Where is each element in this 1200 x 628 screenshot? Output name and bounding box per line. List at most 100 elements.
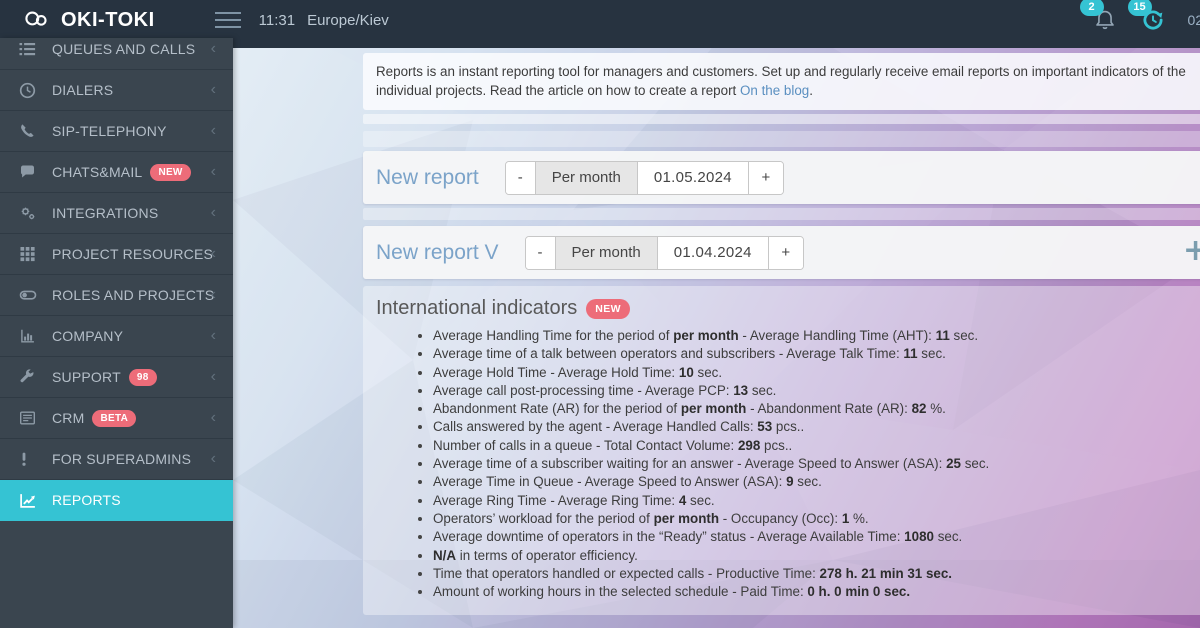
logo-text: OKI-TOKI [61, 9, 155, 32]
chevron-left-icon: ‹ [211, 41, 216, 57]
period-control: - Per month 01.04.2024 + [525, 236, 804, 270]
indicator-item: Amount of working hours in the selected … [433, 583, 1200, 601]
report-title[interactable]: New report [376, 166, 479, 190]
chevron-left-icon: ‹ [211, 451, 216, 467]
wrench-icon [19, 369, 39, 385]
chevron-left-icon: ‹ [211, 82, 216, 98]
sidebar-item-roles-and-projects[interactable]: ROLES AND PROJECTS‹ [0, 275, 233, 316]
report-title[interactable]: New report V [376, 241, 499, 265]
notifications-bell-icon[interactable]: 2 [1092, 7, 1118, 33]
chevron-left-icon: ‹ [211, 410, 216, 426]
crm-icon [19, 410, 39, 426]
divider-strip [363, 208, 1200, 220]
sidebar-item-label: QUEUES AND CALLS [52, 41, 195, 57]
indicator-item: N/A in terms of operator efficiency. [433, 547, 1200, 565]
chevron-left-icon: ‹ [211, 123, 216, 139]
sidebar-item-crm[interactable]: CRM BETA ‹ [0, 398, 233, 439]
sidebar-item-for-superadmins[interactable]: FOR SUPERADMINS ‹ [0, 439, 233, 480]
indicator-item: Average time of a talk between operators… [433, 345, 1200, 363]
period-type-button[interactable]: Per month [555, 237, 657, 269]
chevron-left-icon: ‹ [211, 328, 216, 344]
sidebar-item-label: CHATS&MAIL [52, 164, 142, 180]
timezone-label: Europe/Kiev [307, 12, 389, 29]
add-report-icon[interactable]: + [1183, 236, 1200, 266]
sidebar-item-queues-and-calls[interactable]: QUEUES AND CALLS ‹ [0, 38, 233, 70]
chart-line-icon [19, 492, 39, 508]
indicator-item: Average downtime of operators in the “Re… [433, 528, 1200, 546]
reports-info-box: Reports is an instant reporting tool for… [363, 53, 1200, 110]
info-text-line2: individual projects. Read the article on… [376, 81, 1200, 100]
indicator-item: Time that operators handled or expected … [433, 565, 1200, 583]
indicator-item: Average Ring Time - Average Ring Time: 4… [433, 492, 1200, 510]
sidebar-item-label: PROJECT RESOURCES [52, 246, 213, 262]
international-indicators-panel: International indicators NEW Average Han… [363, 286, 1200, 615]
sidebar-item-project-resources[interactable]: PROJECT RESOURCES‹ [0, 234, 233, 275]
period-prev-button[interactable]: - [506, 162, 535, 194]
clock-time: 11:31 [259, 12, 295, 29]
history-refresh-icon[interactable]: 15 [1140, 7, 1166, 33]
sidebar-badge: BETA [92, 410, 136, 427]
sidebar-item-label: SUPPORT [52, 369, 121, 385]
chevron-left-icon: ‹ [211, 287, 216, 303]
bar-chart-icon [19, 328, 39, 344]
divider-strip [363, 131, 1200, 147]
period-date-field[interactable]: 01.04.2024 [657, 237, 768, 269]
grid-icon [19, 246, 39, 262]
indicator-item: Average Time in Queue - Average Speed to… [433, 473, 1200, 491]
phone-icon [19, 123, 39, 139]
indicator-item: Operators’ workload for the period of pe… [433, 510, 1200, 528]
period-date-field[interactable]: 01.05.2024 [637, 162, 748, 194]
indicator-item: Average Hold Time - Average Hold Time: 1… [433, 364, 1200, 382]
sidebar-item-integrations[interactable]: INTEGRATIONS ‹ [0, 193, 233, 234]
indicator-item: Average time of a subscriber waiting for… [433, 455, 1200, 473]
sidebar: QUEUES AND CALLS‹DIALERS‹SIP-TELEPHONY‹C… [0, 38, 233, 628]
list-icon [19, 41, 39, 57]
sidebar-item-company[interactable]: COMPANY ‹ [0, 316, 233, 357]
sidebar-item-chats-mail[interactable]: CHATS&MAIL NEW ‹ [0, 152, 233, 193]
sidebar-badge: 98 [129, 369, 157, 386]
period-control: - Per month 01.05.2024 + [505, 161, 784, 195]
sidebar-item-label: SIP-TELEPHONY [52, 123, 167, 139]
gears-icon [19, 205, 39, 221]
divider-strip [363, 114, 1200, 124]
indicator-item: Calls answered by the agent - Average Ha… [433, 418, 1200, 436]
sidebar-item-reports[interactable]: REPORTS [0, 480, 233, 521]
chevron-left-icon: ‹ [211, 369, 216, 385]
period-next-button[interactable]: + [748, 162, 783, 194]
sidebar-item-sip-telephony[interactable]: SIP-TELEPHONY ‹ [0, 111, 233, 152]
sidebar-item-label: REPORTS [52, 492, 121, 508]
indicator-item: Number of calls in a queue - Total Conta… [433, 437, 1200, 455]
top-navbar: OKI-TOKI 11:31 Europe/Kiev 2 15 02.v [0, 0, 1200, 40]
sidebar-badge: NEW [150, 164, 190, 181]
chevron-left-icon: ‹ [211, 246, 216, 262]
toggle-icon [19, 287, 39, 303]
indicators-title: International indicators [376, 297, 577, 320]
notifications-count-badge: 2 [1080, 0, 1104, 16]
chevron-left-icon: ‹ [211, 164, 216, 180]
sidebar-item-label: DIALERS [52, 82, 113, 98]
history-count-badge: 15 [1128, 0, 1152, 16]
sidebar-item-label: COMPANY [52, 328, 123, 344]
chevron-left-icon: ‹ [211, 205, 216, 221]
report-panel-2: New report V - Per month 01.04.2024 + + [363, 226, 1200, 279]
user-label[interactable]: 02.v [1188, 12, 1200, 28]
on-the-blog-link[interactable]: On the blog [740, 83, 809, 98]
sidebar-item-label: FOR SUPERADMINS [52, 451, 191, 467]
sidebar-item-support[interactable]: SUPPORT 98 ‹ [0, 357, 233, 398]
period-prev-button[interactable]: - [526, 237, 555, 269]
hamburger-menu-icon[interactable] [215, 12, 241, 28]
sidebar-item-label: CRM [52, 410, 84, 426]
chat-icon [19, 164, 39, 180]
info-text-line1: Reports is an instant reporting tool for… [376, 62, 1200, 81]
sidebar-item-dialers[interactable]: DIALERS ‹ [0, 70, 233, 111]
sidebar-item-label: INTEGRATIONS [52, 205, 158, 221]
sidebar-item-label: ROLES AND PROJECTS [52, 287, 214, 303]
indicator-item: Abandonment Rate (AR) for the period of … [433, 400, 1200, 418]
period-next-button[interactable]: + [768, 237, 803, 269]
new-badge: NEW [586, 299, 630, 319]
main-content: Reports is an instant reporting tool for… [233, 0, 1200, 628]
period-type-button[interactable]: Per month [535, 162, 637, 194]
logo[interactable]: OKI-TOKI [22, 6, 155, 35]
cloud-logo-icon [22, 6, 52, 35]
indicator-item: Average Handling Time for the period of … [433, 327, 1200, 345]
